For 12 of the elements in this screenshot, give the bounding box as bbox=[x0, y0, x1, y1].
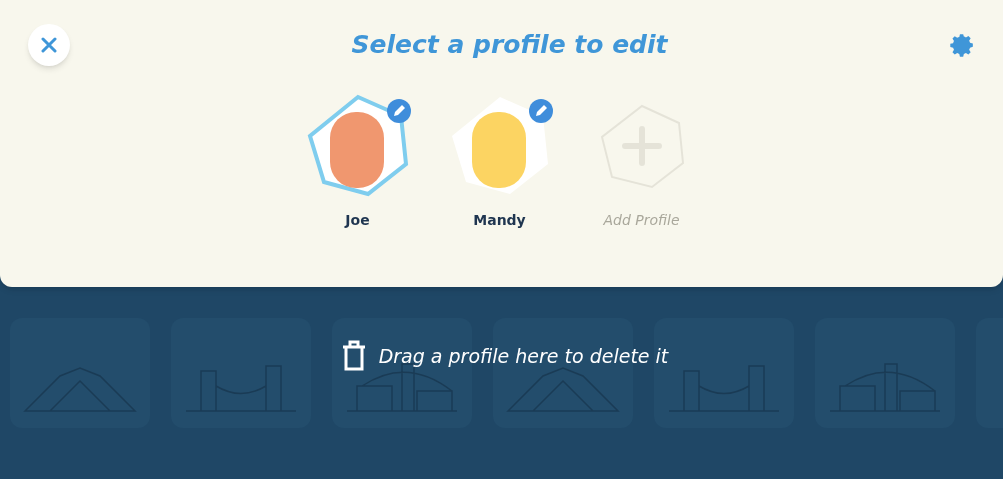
edit-icon[interactable] bbox=[385, 98, 412, 124]
profile-name: Joe bbox=[345, 211, 370, 230]
close-button[interactable] bbox=[28, 24, 70, 66]
add-profile-label: Add Profile bbox=[603, 211, 680, 230]
panel-title: Select a profile to edit bbox=[351, 29, 668, 62]
profile-name: Mandy bbox=[473, 211, 526, 230]
settings-icon[interactable] bbox=[949, 32, 975, 58]
close-icon bbox=[41, 37, 57, 53]
profile-avatar[interactable] bbox=[305, 94, 410, 198]
trash-icon bbox=[340, 340, 367, 372]
edit-icon[interactable] bbox=[527, 98, 554, 124]
delete-hint: Drag a profile here to delete it bbox=[378, 343, 669, 369]
